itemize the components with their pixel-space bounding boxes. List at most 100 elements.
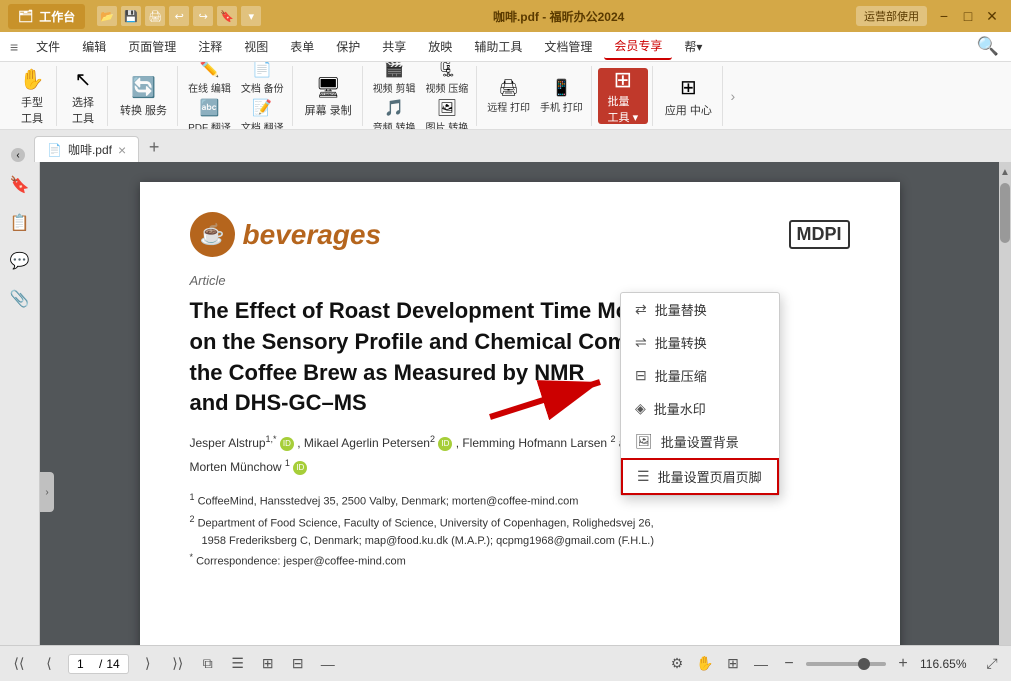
author2-name: , Mikael Agerlin Petersen (297, 436, 430, 450)
pdf-tab[interactable]: 📄 咖啡.pdf × (34, 136, 139, 162)
first-page-btn[interactable]: ⟨⟨ (8, 653, 30, 675)
quick-access-icons: 📂 💾 🖨 ↩ ↪ 🔖 ▾ (97, 6, 261, 26)
doc-backup-btn[interactable]: 📄 文档 备份 (237, 62, 288, 96)
batch-convert-item[interactable]: ⇌ 批量转换 (621, 326, 779, 359)
pdf-translate-btn[interactable]: 🔤 PDF 翻译 (184, 96, 235, 131)
total-pages: 14 (106, 657, 119, 671)
doc-translate-btn[interactable]: 📝 文档 翻译 (237, 96, 288, 131)
app-center-btn[interactable]: ⊞ 应用 中心 (659, 72, 718, 120)
menu-toggle[interactable]: ≡ (4, 35, 24, 59)
minimize-button[interactable]: − (933, 5, 955, 27)
prev-page-btn[interactable]: ⟨ (38, 653, 60, 675)
current-page[interactable]: 1 (77, 657, 95, 671)
hand-tool-label: 手型工具 (21, 94, 43, 126)
bookmark-view-icon[interactable]: ☰ (227, 653, 249, 675)
online-edit-btn[interactable]: ✏️ 在线 编辑 (184, 62, 235, 96)
batch-replace-icon: ⇄ (635, 301, 647, 318)
settings-icon[interactable]: ⚙ (666, 653, 688, 675)
zoom-in-btn[interactable]: + (892, 653, 914, 675)
menu-plugin[interactable]: 放映 (418, 34, 462, 59)
zoom-out-btn[interactable]: − (778, 653, 800, 675)
batch-watermark-icon: ◈ (635, 400, 646, 417)
menu-assist[interactable]: 辅助工具 (464, 34, 532, 59)
video-edit-btn[interactable]: 🎬 视频 剪辑 (369, 62, 420, 96)
select-tool-button[interactable]: ↖ 选择工具 (63, 64, 103, 128)
image-convert-btn[interactable]: 🖼 图片 转换 (421, 96, 472, 131)
phone-print-btn[interactable]: 📱 手机 打印 (536, 76, 587, 115)
copy-icon[interactable]: ⧉ (197, 653, 219, 675)
sidebar-bookmark-icon[interactable]: 🔖 (5, 170, 35, 200)
maximize-button[interactable]: □ (957, 5, 979, 27)
dropdown-icon[interactable]: ▾ (241, 6, 261, 26)
author3-name: , Flemming Hofmann Larsen (456, 436, 607, 450)
scroll-up-btn[interactable]: ▲ (999, 162, 1011, 182)
hand-tool-button[interactable]: ✋ 手型工具 (12, 64, 52, 128)
menu-form[interactable]: 表单 (280, 34, 324, 59)
minus-icon[interactable]: — (750, 653, 772, 675)
undo-icon[interactable]: ↩ (169, 6, 189, 26)
convert-btn[interactable]: 🔄 转换 服务 (114, 72, 173, 120)
video-edit-label: 视频 剪辑 (373, 80, 416, 95)
batch-tool-btn[interactable]: ⊞ 批量工具 ▾ (598, 68, 648, 124)
menu-file[interactable]: 文件 (26, 34, 70, 59)
author3-sup: 2 (610, 434, 615, 444)
print-icon[interactable]: 🖨 (145, 6, 165, 26)
new-tab-button[interactable]: + (141, 134, 167, 160)
open-icon[interactable]: 📂 (97, 6, 117, 26)
page-indicator: 1 / 14 (68, 654, 129, 674)
left-sidebar: 🔖 📋 💬 📎 (0, 162, 40, 645)
orcid-icon-5: ID (293, 461, 307, 475)
video-bottom-row: 🎵 音频 转换 🖼 图片 转换 (369, 96, 473, 131)
stamp-icon[interactable]: 🔖 (217, 6, 237, 26)
batch-header-footer-item[interactable]: ☰ 批量设置页眉页脚 (621, 458, 779, 495)
save-icon[interactable]: 💾 (121, 6, 141, 26)
author1-sup: 1,* (266, 434, 277, 444)
grid-icon[interactable]: ⊞ (722, 653, 744, 675)
menu-view[interactable]: 视图 (234, 34, 278, 59)
workspace-btn[interactable]: 🗂 工作台 (8, 4, 85, 29)
last-page-btn[interactable]: ⟩⟩ (167, 653, 189, 675)
fullscreen-btn[interactable]: ⤢ (981, 653, 1003, 675)
menu-page-mgmt[interactable]: 页面管理 (118, 34, 186, 59)
batch-compress-item[interactable]: ⊟ 批量压缩 (621, 359, 779, 392)
tab-close-button[interactable]: × (118, 142, 126, 158)
sidebar-thumbnail-icon[interactable]: 📋 (5, 208, 35, 238)
menu-doc-mgmt[interactable]: 文档管理 (534, 34, 602, 59)
remote-print-btn[interactable]: 🖨 远程 打印 (483, 76, 534, 115)
batch-background-item[interactable]: 🖼 批量设置背景 (621, 425, 779, 458)
pan-icon[interactable]: ✋ (694, 653, 716, 675)
batch-watermark-item[interactable]: ◈ 批量水印 (621, 392, 779, 425)
menu-share[interactable]: 共享 (372, 34, 416, 59)
batch-dropdown-menu: ⇄ 批量替换 ⇌ 批量转换 ⊟ 批量压缩 ◈ 批量水印 🖼 批量设置背景 ☰ 批… (620, 292, 780, 496)
menu-bar: ≡ 文件 编辑 页面管理 注释 视图 表单 保护 共享 放映 辅助工具 文档管理… (0, 32, 1011, 62)
sidebar-comment-icon[interactable]: 💬 (5, 246, 35, 276)
video-compress-btn[interactable]: 🗜 视频 压缩 (421, 62, 472, 96)
tool-group-video: 🎬 视频 剪辑 🗜 视频 压缩 🎵 音频 转换 🖼 图片 转换 (365, 66, 478, 126)
sidebar-attachment-icon[interactable]: 📎 (5, 284, 35, 314)
tab-scroll-left[interactable]: ‹ (11, 148, 25, 162)
zoom-slider-thumb[interactable] (858, 658, 870, 670)
menu-edit[interactable]: 编辑 (72, 34, 116, 59)
close-button[interactable]: ✕ (981, 5, 1003, 27)
grid-view-icon[interactable]: ⊞ (257, 653, 279, 675)
search-icon[interactable]: 🔍 (969, 36, 1007, 57)
double-view-icon[interactable]: ⊟ (287, 653, 309, 675)
menu-comment[interactable]: 注释 (188, 34, 232, 59)
collapse-sidebar-btn[interactable]: › (40, 472, 54, 512)
menu-member[interactable]: 会员专享 (604, 33, 672, 60)
batch-replace-item[interactable]: ⇄ 批量替换 (621, 293, 779, 326)
dept-button[interactable]: 运营部使用 (856, 6, 927, 26)
audio-convert-btn[interactable]: 🎵 音频 转换 (369, 96, 420, 131)
redo-icon[interactable]: ↪ (193, 6, 213, 26)
logo-icon: ☕ (190, 212, 235, 257)
scroll-thumb[interactable] (1000, 183, 1010, 243)
right-scrollbar[interactable]: ▲ (999, 162, 1011, 645)
remote-print-icon: 🖨 (498, 77, 520, 99)
batch-header-footer-icon: ☰ (637, 468, 650, 485)
menu-protect[interactable]: 保护 (326, 34, 370, 59)
next-page-btn[interactable]: ⟩ (137, 653, 159, 675)
menu-help[interactable]: 帮▾ (674, 34, 712, 59)
zoom-slider[interactable] (806, 662, 886, 666)
toolbar-scroll-right[interactable]: › (725, 66, 741, 125)
screen-record-btn[interactable]: 🖥 屏幕 录制 (299, 72, 358, 120)
